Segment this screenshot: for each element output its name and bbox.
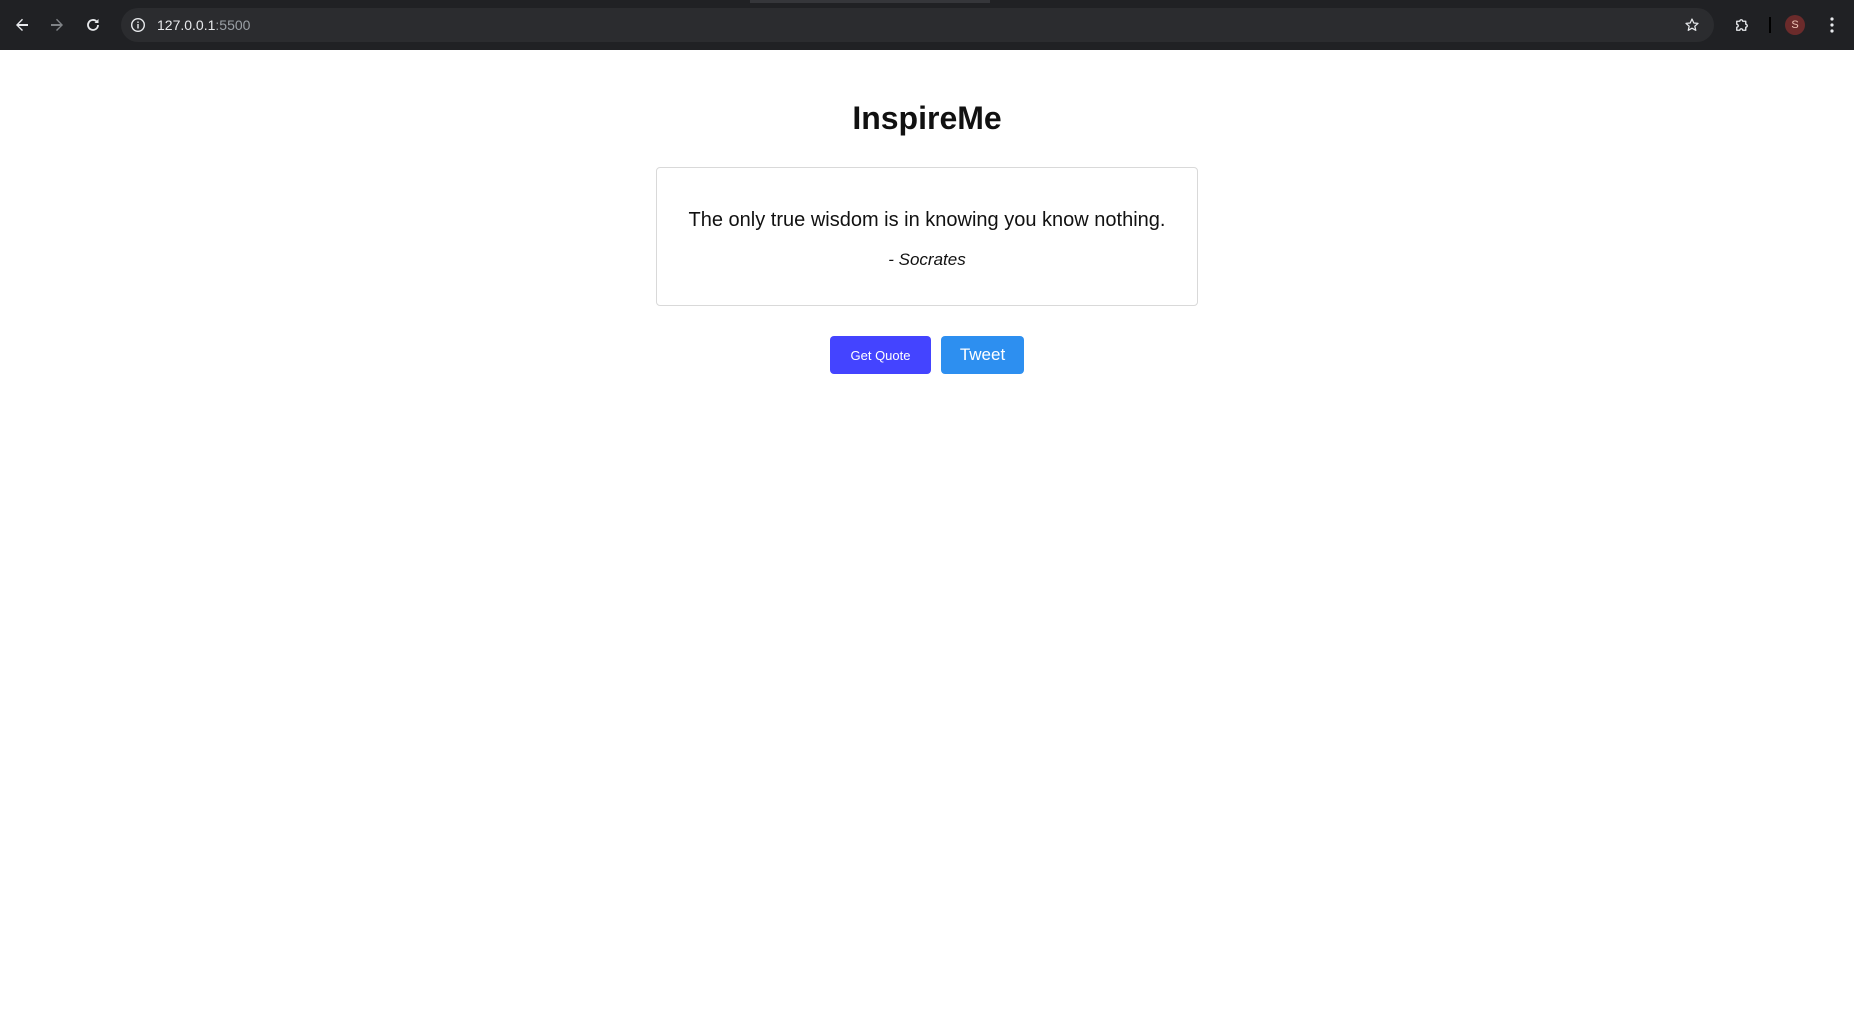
- tweet-button[interactable]: Tweet: [941, 336, 1024, 374]
- quote-card: The only true wisdom is in knowing you k…: [656, 167, 1198, 306]
- quote-author: - Socrates: [888, 250, 966, 269]
- url-host: 127.0.0.1: [157, 17, 216, 33]
- active-tab-indicator: [750, 0, 990, 3]
- info-icon[interactable]: [129, 16, 147, 34]
- forward-arrow-icon[interactable]: [42, 10, 72, 40]
- url-port: :5500: [215, 17, 251, 33]
- page-title: InspireMe: [852, 100, 1002, 136]
- url-text[interactable]: 127.0.0.1:5500: [157, 16, 250, 34]
- toolbar-divider: [1769, 17, 1771, 33]
- star-icon[interactable]: [1677, 10, 1707, 40]
- puzzle-icon[interactable]: [1727, 10, 1757, 40]
- kebab-menu-icon[interactable]: [1817, 10, 1847, 40]
- get-quote-button[interactable]: Get Quote: [830, 336, 931, 374]
- reload-icon[interactable]: [78, 10, 108, 40]
- avatar[interactable]: S: [1785, 15, 1805, 35]
- browser-toolbar: 127.0.0.1:5500 S: [0, 0, 1854, 50]
- page-content: InspireMe The only true wisdom is in kno…: [0, 50, 1854, 1011]
- quote-text: The only true wisdom is in knowing you k…: [688, 209, 1166, 231]
- address-bar[interactable]: 127.0.0.1:5500: [121, 8, 1714, 42]
- back-arrow-icon[interactable]: [7, 10, 37, 40]
